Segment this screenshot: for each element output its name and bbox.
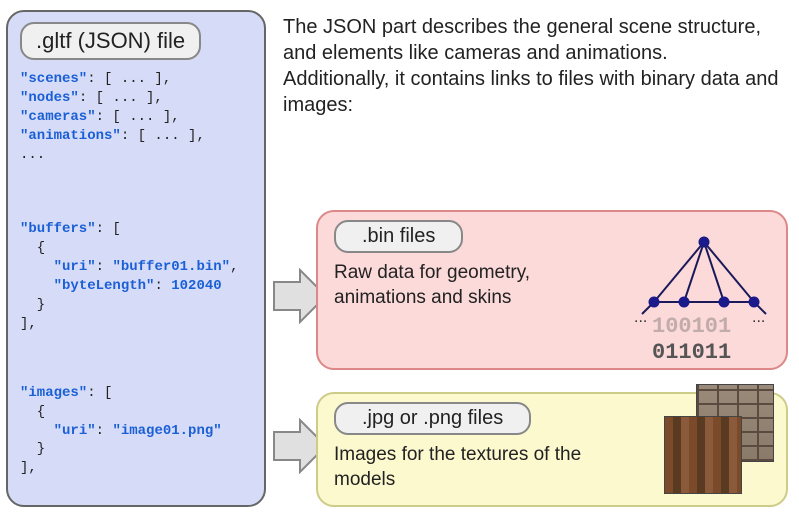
bin-files-description: Raw data for geometry, animations and sk…	[334, 261, 624, 310]
svg-text:011011: 011011	[652, 340, 731, 362]
image-files-label: .jpg or .png files	[334, 402, 531, 435]
svg-text:...: ...	[752, 309, 765, 326]
texture-illustration	[664, 384, 774, 494]
code-block-images: "images": [ { "uri": "image01.png" } ],	[20, 384, 252, 478]
image-files-box: .jpg or .png files Images for the textur…	[316, 392, 788, 507]
gltf-json-box: .gltf (JSON) file "scenes": [ ... ], "no…	[6, 10, 266, 507]
svg-text:...: ...	[634, 309, 647, 326]
bin-files-box: .bin files Raw data for geometry, animat…	[316, 210, 788, 370]
bin-files-label: .bin files	[334, 220, 463, 253]
geometry-illustration: ... ... 100101 011011	[634, 232, 774, 362]
code-block-top: "scenes": [ ... ], "nodes": [ ... ], "ca…	[20, 70, 252, 164]
image-files-description: Images for the textures of the models	[334, 443, 624, 492]
wood-texture-icon	[664, 416, 742, 494]
code-block-buffers: "buffers": [ { "uri": "buffer01.bin", "b…	[20, 220, 252, 333]
gltf-json-label: .gltf (JSON) file	[20, 22, 201, 60]
svg-text:100101: 100101	[652, 314, 731, 339]
description-text: The JSON part describes the general scen…	[283, 14, 788, 118]
